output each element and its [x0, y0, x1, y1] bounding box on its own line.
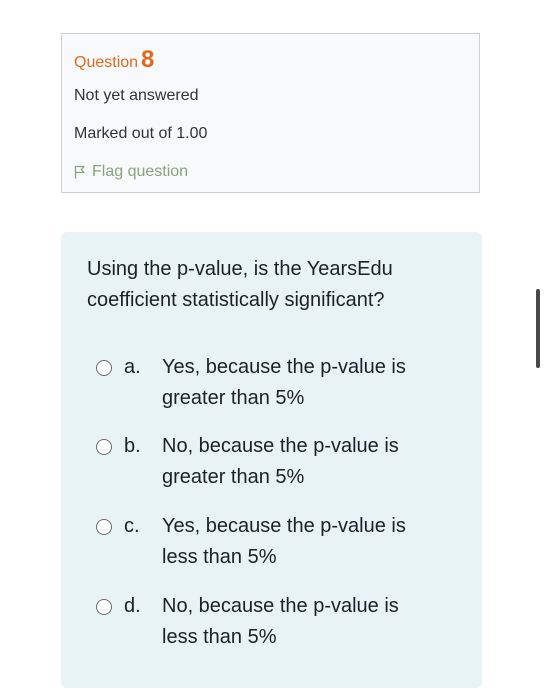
flag-question-link[interactable]: Flag question — [74, 162, 188, 182]
flag-question-label: Flag question — [92, 163, 189, 180]
answer-option-a[interactable]: a. Yes, because the p-value is greater t… — [96, 352, 436, 416]
answer-option-b[interactable]: b. No, because the p-value is greater th… — [96, 431, 436, 495]
radio-button-b[interactable] — [96, 439, 112, 455]
question-heading: Question 8 — [74, 44, 154, 79]
option-letter-d: d. — [124, 595, 141, 617]
question-text: Using the p-value, is the YearsEdu coeff… — [87, 258, 393, 311]
question-content: Using the p-value, is the YearsEdu coeff… — [61, 232, 482, 688]
radio-button-a[interactable] — [96, 360, 112, 376]
question-label: Question — [74, 54, 139, 71]
question-number: 8 — [141, 46, 155, 73]
option-text-a: Yes, because the p-value is greater than… — [162, 356, 406, 409]
radio-button-d[interactable] — [96, 599, 112, 615]
scrollbar-thumb[interactable] — [536, 289, 540, 368]
option-text-d: No, because the p-value is less than 5% — [162, 595, 399, 648]
option-letter-c: c. — [124, 515, 140, 537]
question-state: Not yet answered — [74, 87, 199, 104]
radio-button-c[interactable] — [96, 519, 112, 535]
quiz-page: Question 8 Not yet answered Marked out of… — [0, 0, 544, 700]
option-text-b: No, because the p-value is greater than … — [162, 435, 399, 488]
question-grade: Marked out of 1.00 — [74, 125, 208, 142]
option-letter-b: b. — [124, 435, 141, 457]
option-text-c: Yes, because the p-value is less than 5% — [162, 515, 406, 568]
answer-option-d[interactable]: d. No, because the p-value is less than … — [96, 591, 436, 655]
question-info-panel: Question 8 Not yet answered Marked out of… — [61, 33, 480, 193]
option-letter-a: a. — [124, 356, 141, 378]
answer-option-c[interactable]: c. Yes, because the p-value is less than… — [96, 511, 436, 575]
flag-icon — [74, 165, 85, 179]
